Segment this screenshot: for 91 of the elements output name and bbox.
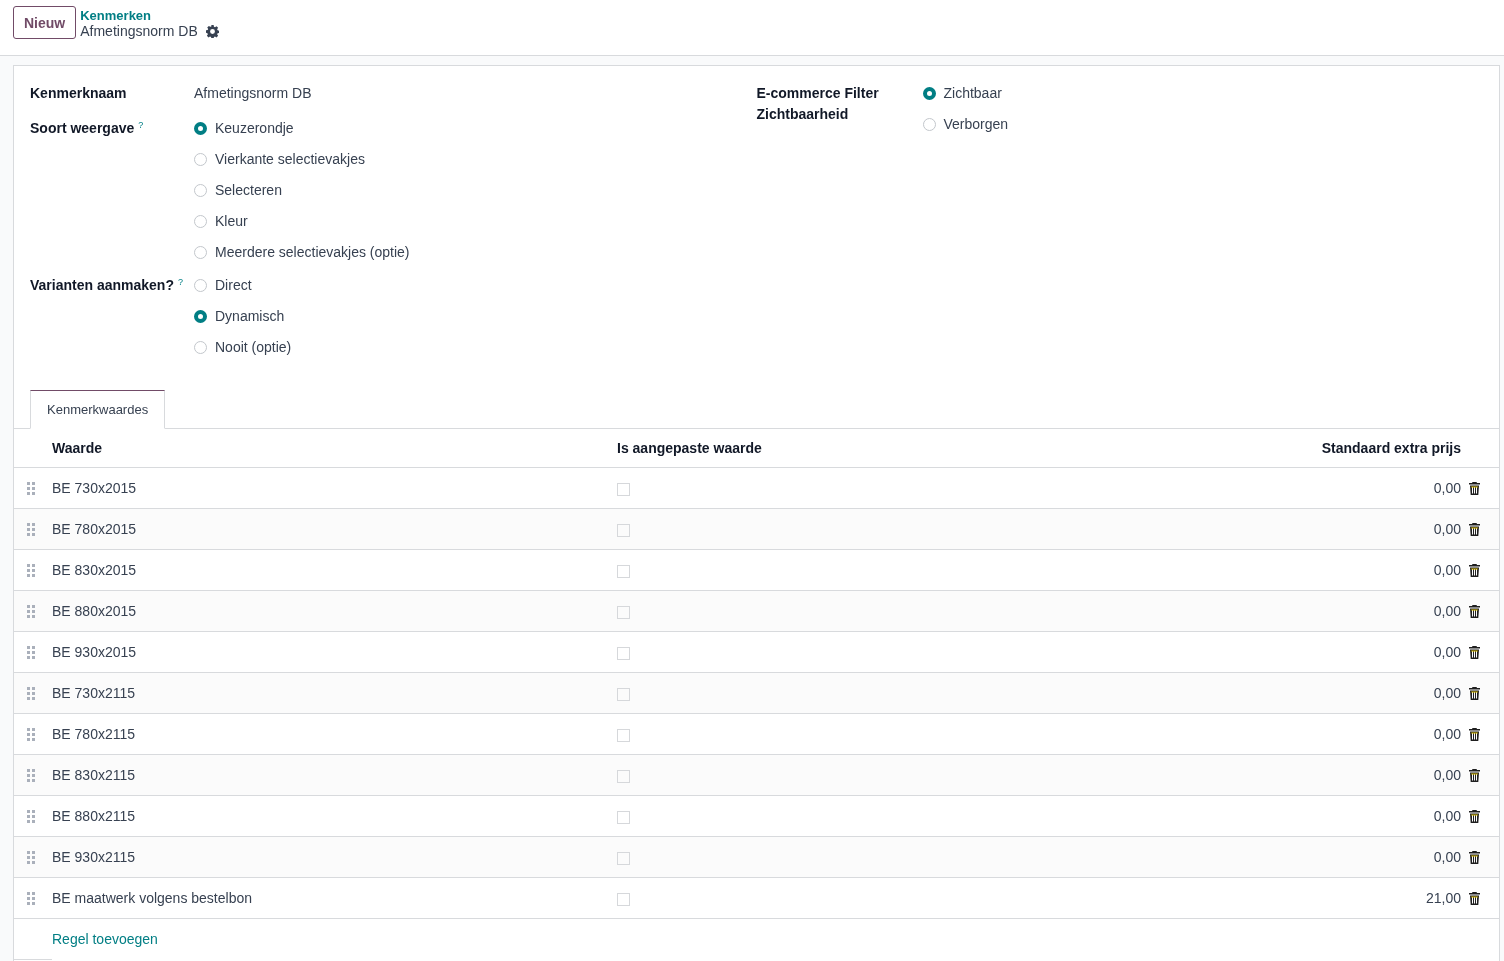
tab[interactable]: Kenmerkwaardes: [30, 390, 166, 429]
checkbox[interactable]: [617, 605, 630, 619]
table-cell: BE 730x2115: [52, 685, 136, 701]
drag-handle-icon[interactable]: [27, 604, 36, 618]
table-cell: 0,00: [1433, 603, 1461, 619]
help-tooltip[interactable]: ?: [177, 275, 183, 289]
table-cell: 0,00: [1433, 644, 1461, 660]
checkbox[interactable]: [617, 523, 630, 537]
radio-label[interactable]: Direct: [215, 275, 252, 296]
radio-button[interactable]: [194, 310, 207, 323]
table-cell: BE 930x2015: [52, 644, 137, 660]
help-tooltip[interactable]: ?: [138, 118, 144, 132]
column-header[interactable]: Standaard extra prijs: [1047, 429, 1461, 468]
radio-label[interactable]: Meerdere selectievakjes (optie): [215, 242, 410, 263]
table-cell: BE 880x2015: [52, 603, 137, 619]
checkbox[interactable]: [617, 810, 630, 824]
field-label: Soort weergave: [30, 119, 135, 138]
table-cell: 0,00: [1433, 767, 1461, 783]
table-cell: BE 730x2015: [52, 480, 137, 496]
drag-handle-icon[interactable]: [27, 481, 36, 495]
checkbox[interactable]: [617, 564, 630, 578]
radio-label[interactable]: Vierkante selectievakjes: [215, 149, 365, 170]
drag-handle-icon[interactable]: [27, 645, 36, 659]
radio-button[interactable]: [194, 246, 207, 259]
radio-button[interactable]: [194, 341, 207, 354]
radio-label[interactable]: Nooit (optie): [215, 337, 292, 358]
delete-icon[interactable]: [1469, 809, 1480, 823]
radio-label[interactable]: Dynamisch: [215, 306, 285, 327]
delete-icon[interactable]: [1469, 727, 1480, 741]
table-cell: 0,00: [1433, 480, 1461, 496]
checkbox[interactable]: [617, 851, 630, 865]
table-cell: BE 880x2115: [52, 808, 136, 824]
delete-icon[interactable]: [1469, 645, 1480, 659]
drag-handle-icon[interactable]: [27, 891, 36, 905]
delete-icon[interactable]: [1469, 522, 1480, 536]
column-header[interactable]: Is aangepaste waarde: [617, 429, 1048, 468]
delete-icon[interactable]: [1469, 850, 1480, 864]
radio-label[interactable]: Kleur: [215, 211, 248, 232]
radio-button[interactable]: [194, 122, 207, 135]
checkbox[interactable]: [617, 728, 630, 742]
add-line-link[interactable]: Regel toevoegen: [52, 931, 158, 948]
table-cell: 21,00: [1425, 890, 1461, 906]
table-cell: 0,00: [1433, 849, 1461, 865]
radio-button[interactable]: [194, 279, 207, 292]
delete-icon[interactable]: [1469, 686, 1480, 700]
drag-handle-icon[interactable]: [27, 768, 36, 782]
table-cell: BE 780x2115: [52, 726, 136, 742]
field-label: Varianten aanmaken?: [30, 276, 174, 295]
radio-button[interactable]: [194, 184, 207, 197]
checkbox[interactable]: [617, 687, 630, 701]
table-cell: 0,00: [1433, 521, 1461, 537]
delete-icon[interactable]: [1469, 891, 1480, 905]
new-button[interactable]: Nieuw: [13, 6, 77, 39]
drag-handle-icon[interactable]: [27, 809, 36, 823]
drag-handle-icon[interactable]: [27, 727, 36, 741]
table-cell: 0,00: [1433, 726, 1461, 742]
delete-icon[interactable]: [1469, 481, 1480, 495]
checkbox[interactable]: [617, 482, 630, 496]
drag-handle-icon[interactable]: [27, 686, 36, 700]
checkbox[interactable]: [617, 646, 630, 660]
breadcrumb-link[interactable]: Kenmerken: [80, 8, 219, 23]
checkbox[interactable]: [617, 892, 630, 906]
table-cell: BE 830x2115: [52, 767, 136, 783]
radio-label[interactable]: Selecteren: [215, 180, 282, 201]
table-cell: 0,00: [1433, 685, 1461, 701]
table-cell: BE 830x2015: [52, 562, 137, 578]
record-title: Afmetingsnorm DB: [80, 23, 198, 39]
field-label: E-commerce Filter Zichtbaarheid: [756, 84, 880, 124]
radio-label[interactable]: Verborgen: [943, 114, 1009, 135]
radio-button[interactable]: [194, 215, 207, 228]
column-header[interactable]: Waarde: [52, 429, 617, 468]
delete-icon[interactable]: [1469, 604, 1480, 618]
delete-icon[interactable]: [1469, 563, 1480, 577]
drag-handle-icon[interactable]: [27, 563, 36, 577]
radio-label[interactable]: Zichtbaar: [943, 83, 1002, 104]
table-cell: BE 930x2115: [52, 849, 136, 865]
table-cell: 0,00: [1433, 562, 1461, 578]
radio-button[interactable]: [922, 118, 936, 131]
field-label: Kenmerknaam: [30, 84, 128, 103]
table-cell: 0,00: [1433, 808, 1461, 824]
radio-button[interactable]: [194, 153, 207, 166]
delete-icon[interactable]: [1469, 768, 1480, 782]
field-value: Afmetingsnorm DB: [194, 84, 312, 103]
settings-icon[interactable]: [205, 24, 219, 38]
table-cell: BE maatwerk volgens bestelbon: [52, 890, 252, 906]
radio-button[interactable]: [922, 87, 936, 100]
checkbox[interactable]: [617, 769, 630, 783]
drag-handle-icon[interactable]: [27, 522, 36, 536]
radio-label[interactable]: Keuzerondje: [215, 118, 294, 139]
table-cell: BE 780x2015: [52, 521, 137, 537]
drag-handle-icon[interactable]: [27, 850, 36, 864]
